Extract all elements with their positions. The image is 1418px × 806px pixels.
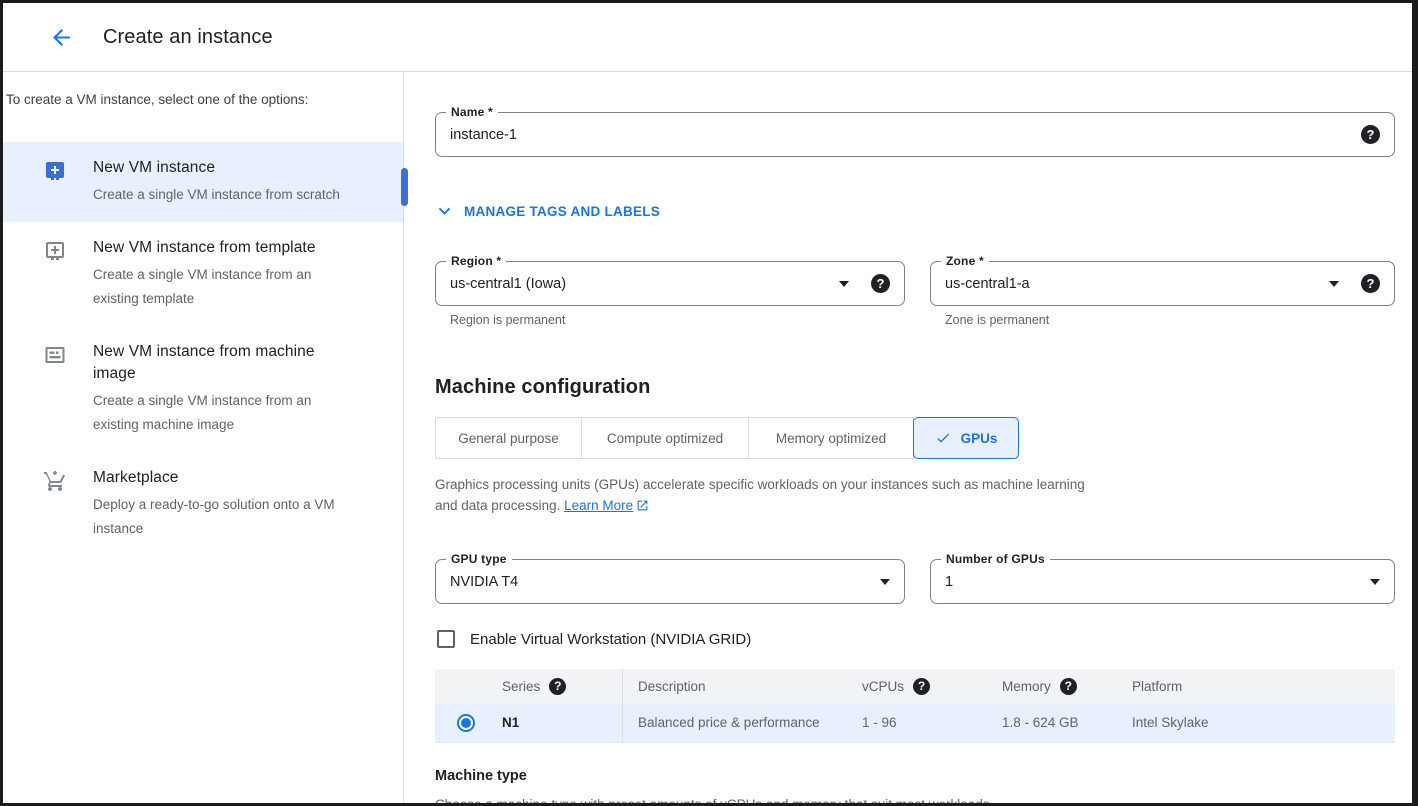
sidebar-item-new-vm-from-machine-image[interactable]: New VM instance from machine image Creat… [3,326,403,452]
region-helper-text: Region is permanent [450,313,905,327]
tab-general-purpose[interactable]: General purpose [435,417,582,459]
zone-value: us-central1-a [945,276,1329,292]
tab-compute-optimized[interactable]: Compute optimized [581,417,749,459]
gpu-count-value: 1 [945,574,1370,590]
name-field-value[interactable]: instance-1 [450,127,1361,143]
platform-cell: Intel Skylake [1132,715,1395,730]
virtual-workstation-label: Enable Virtual Workstation (NVIDIA GRID) [470,631,751,648]
series-row-n1[interactable]: N1 Balanced price & performance 1 - 96 1… [435,703,1395,743]
option-title: New VM instance from machine image [93,341,345,385]
gpu-count-label: Number of GPUs [941,552,1050,566]
option-description: Create a single VM instance from an exis… [93,263,345,311]
vm-plus-filled-icon [43,157,67,207]
check-icon [935,430,951,446]
memory-column-label: Memory [1002,679,1051,694]
region-label: Region * [446,254,506,268]
zone-select[interactable]: Zone * us-central1-a ? [930,261,1395,306]
vcpus-column-label: vCPUs [862,679,904,694]
back-button[interactable] [48,24,74,50]
series-help-icon[interactable]: ? [549,678,566,695]
dropdown-arrow-icon[interactable] [839,281,849,287]
option-list: New VM instance Create a single VM insta… [3,142,403,556]
machine-family-tabs: General purpose Compute optimized Memory… [435,417,1395,459]
name-help-icon[interactable]: ? [1361,125,1380,144]
name-field[interactable]: Name * instance-1 ? [435,112,1395,157]
chevron-down-icon [436,203,453,220]
sidebar-item-new-vm-instance[interactable]: New VM instance Create a single VM insta… [3,142,403,222]
option-description: Deploy a ready-to-go solution onto a VM … [93,493,345,541]
machine-configuration-heading: Machine configuration [435,376,1395,399]
dropdown-arrow-icon[interactable] [1329,281,1339,287]
sidebar-item-marketplace[interactable]: Marketplace Deploy a ready-to-go solutio… [3,452,403,556]
series-cell: N1 [502,715,622,730]
tab-gpus-label: GPUs [961,431,998,446]
arrow-back-icon [49,25,74,50]
learn-more-link[interactable]: Learn More [564,498,633,513]
machine-type-description: Choose a machine type with preset amount… [435,797,1395,803]
gpu-count-select[interactable]: Number of GPUs 1 [930,559,1395,604]
memory-help-icon[interactable]: ? [1060,678,1077,695]
vcpus-cell: 1 - 96 [862,715,1002,730]
option-description: Create a single VM instance from an exis… [93,389,345,437]
tab-memory-optimized[interactable]: Memory optimized [748,417,914,459]
sidebar-item-new-vm-from-template[interactable]: New VM instance from template Create a s… [3,222,403,326]
gpu-type-label: GPU type [446,552,512,566]
dropdown-arrow-icon[interactable] [880,579,890,585]
option-title: New VM instance [93,157,345,179]
series-table-header: Series ? Description vCPUs ? Memory ? [435,669,1395,703]
dropdown-arrow-icon[interactable] [1370,579,1380,585]
region-help-icon[interactable]: ? [871,274,890,293]
machine-type-heading: Machine type [435,768,1395,784]
virtual-workstation-checkbox[interactable] [437,630,455,648]
vcpus-help-icon[interactable]: ? [913,678,930,695]
series-n1-radio[interactable] [457,714,475,732]
gpu-type-value: NVIDIA T4 [450,574,880,590]
virtual-workstation-checkbox-row[interactable]: Enable Virtual Workstation (NVIDIA GRID) [437,630,751,648]
region-value: us-central1 (Iowa) [450,276,839,292]
sidebar-intro-text: To create a VM instance, select one of t… [3,91,403,109]
machine-image-icon [43,341,67,437]
zone-label: Zone * [941,254,989,268]
option-description: Create a single VM instance from scratch [93,183,345,207]
platform-column-label: Platform [1132,679,1182,694]
option-title: Marketplace [93,467,345,489]
marketplace-cart-icon [43,467,67,541]
vm-plus-outline-icon [43,237,67,311]
zone-help-icon[interactable]: ? [1361,274,1380,293]
name-field-label: Name * [446,105,498,119]
gpu-tab-description: Graphics processing units (GPUs) acceler… [435,474,1095,516]
create-instance-window: Create an instance To create a VM instan… [0,0,1418,806]
gpu-description-text: Graphics processing units (GPUs) acceler… [435,477,1085,513]
description-column-label: Description [638,679,706,694]
page-header: Create an instance [3,3,1412,72]
series-column-label: Series [502,679,540,694]
instance-form: Name * instance-1 ? MANAGE TAGS AND LABE… [404,72,1412,803]
page-title: Create an instance [103,26,273,49]
gpu-type-select[interactable]: GPU type NVIDIA T4 [435,559,905,604]
manage-tags-toggle[interactable]: MANAGE TAGS AND LABELS [436,203,660,220]
tab-gpus[interactable]: GPUs [913,417,1019,459]
external-link-icon[interactable] [636,499,649,512]
option-title: New VM instance from template [93,237,345,259]
create-options-sidebar: To create a VM instance, select one of t… [3,72,404,803]
sidebar-scrollbar-thumb[interactable] [401,168,408,206]
memory-cell: 1.8 - 624 GB [1002,715,1132,730]
zone-helper-text: Zone is permanent [945,313,1395,327]
manage-tags-label: MANAGE TAGS AND LABELS [464,204,660,219]
series-table: Series ? Description vCPUs ? Memory ? [435,669,1395,743]
region-select[interactable]: Region * us-central1 (Iowa) ? [435,261,905,306]
description-cell: Balanced price & performance [622,703,862,742]
